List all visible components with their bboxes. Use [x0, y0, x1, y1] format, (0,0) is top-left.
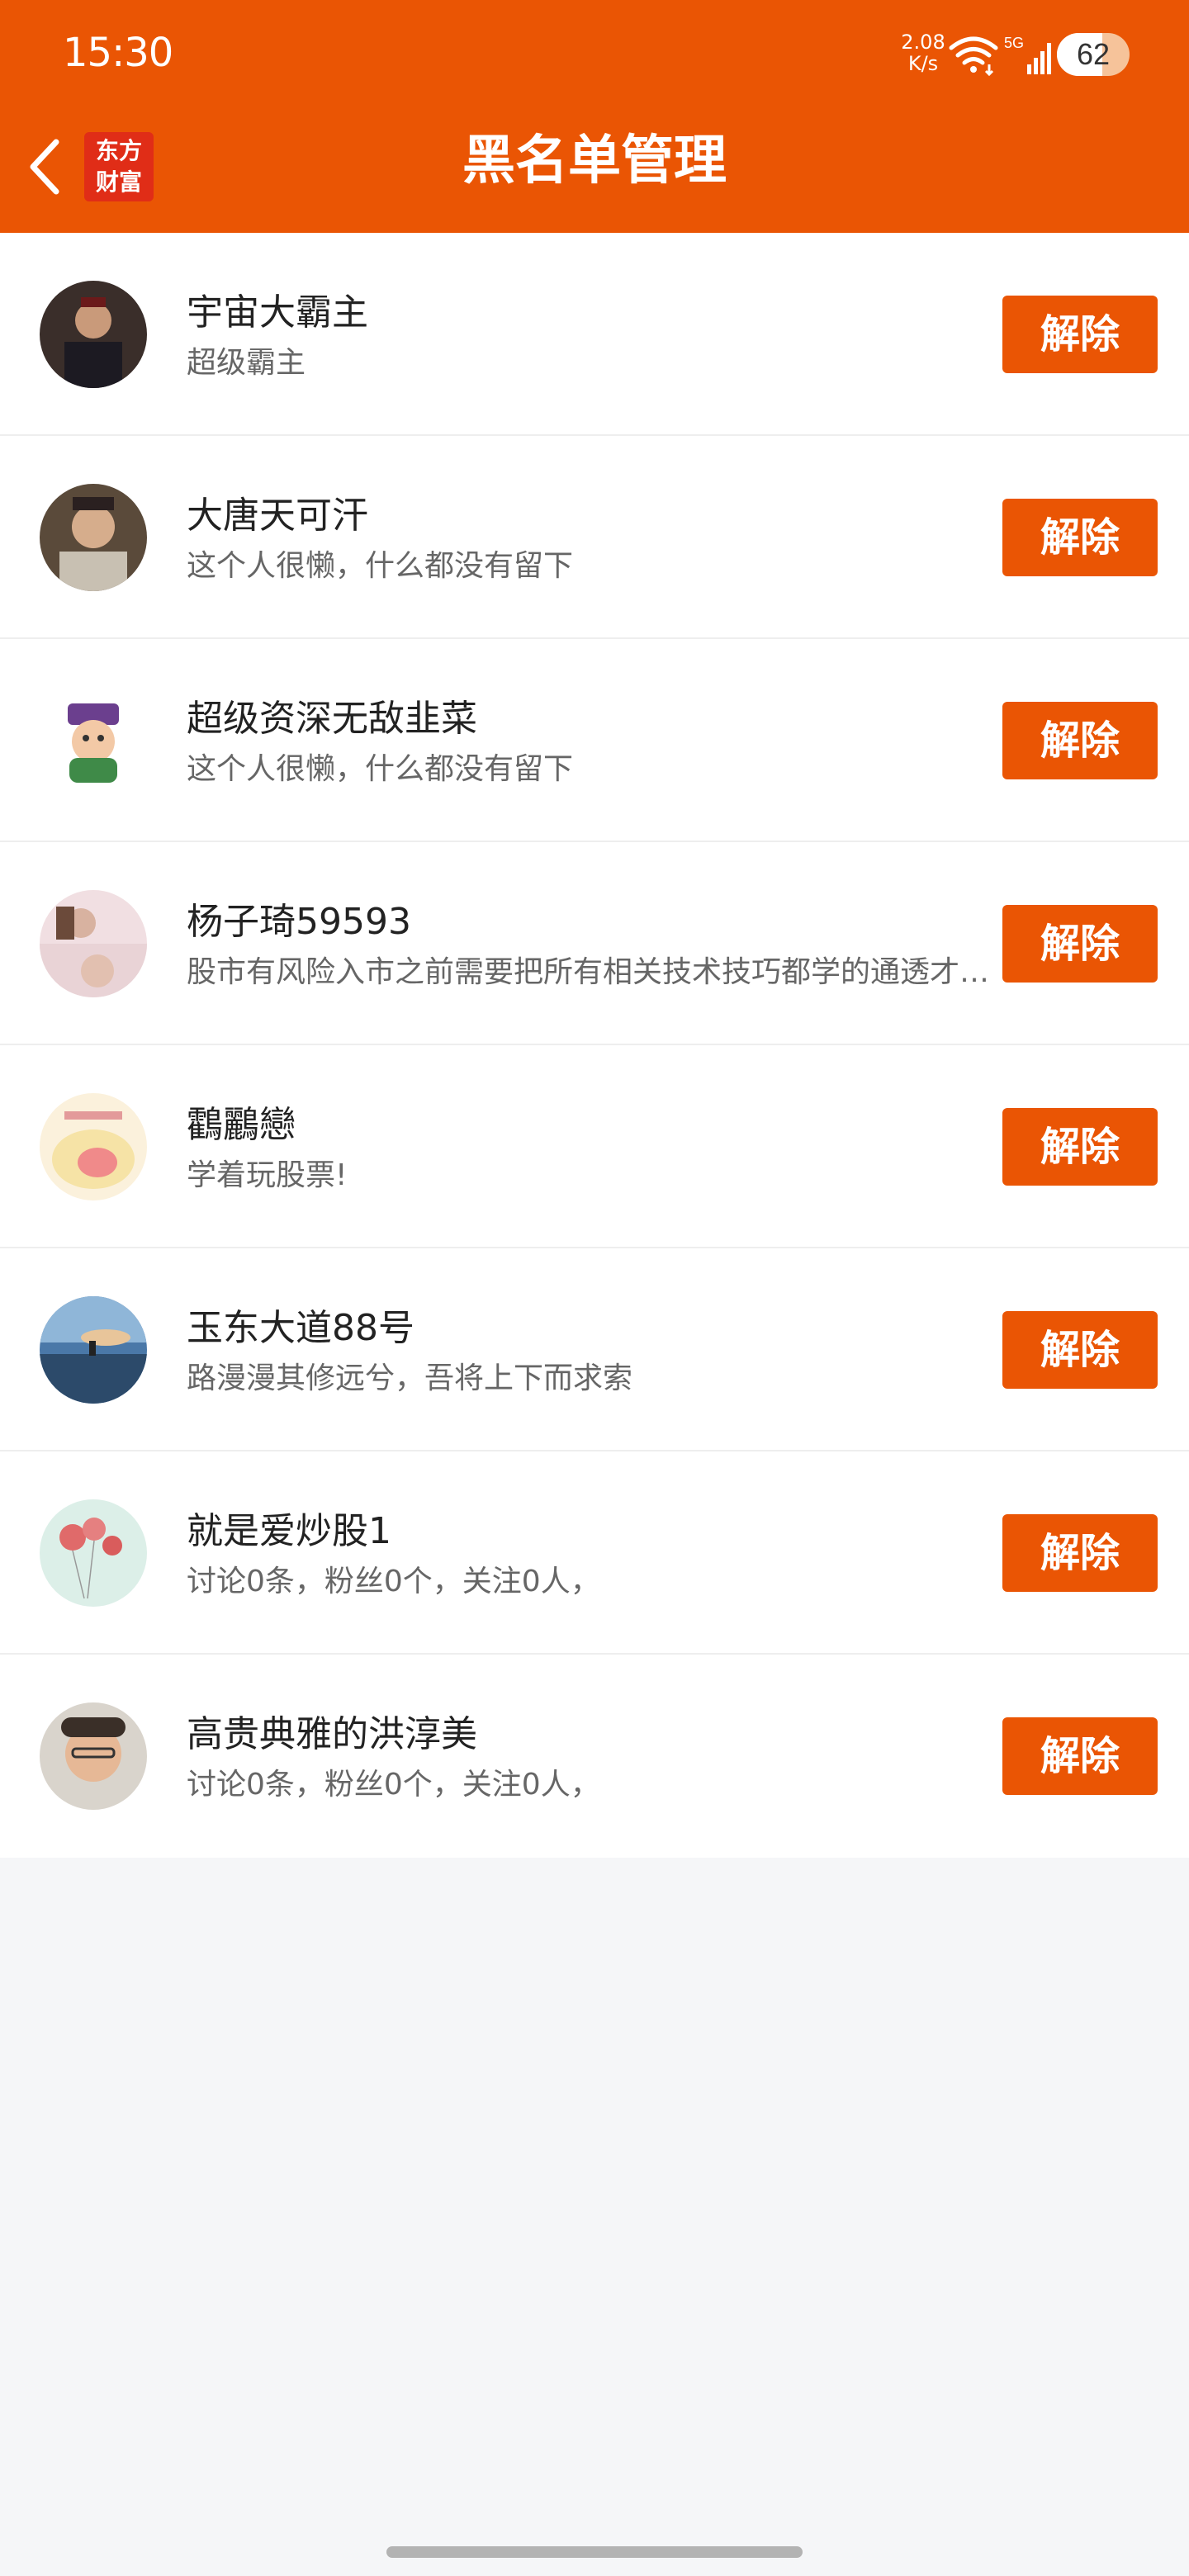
user-description: 讨论0条，粉丝0个，关注0人， — [187, 1768, 600, 1802]
logo-line-2: 财富 — [95, 168, 142, 196]
blocked-user-list: 宇宙大霸主 超级霸主 解除 大唐天可汗 这个人很懒，什么都没有留下 解除 超级资… — [0, 233, 1189, 1858]
signal-5g-icon: 5G — [1004, 35, 1051, 74]
user-description: 这个人很懒，什么都没有留下 — [187, 752, 574, 786]
avatar[interactable] — [40, 1702, 147, 1810]
page-title: 黑名单管理 — [462, 130, 727, 192]
unblock-button[interactable]: 解除 — [1002, 905, 1158, 983]
unblock-button[interactable]: 解除 — [1002, 296, 1158, 373]
navigation-bar: 黑名单管理 东方 财富 — [0, 107, 1189, 233]
blocked-user-row[interactable]: 杨子琦59593 股市有风险入市之前需要把所有相关技术技巧都学的通透才能入市 解… — [0, 842, 1189, 1045]
unblock-button[interactable]: 解除 — [1002, 702, 1158, 779]
avatar[interactable] — [40, 1093, 147, 1200]
network-speed: 2.08 K/s — [893, 31, 953, 74]
avatar[interactable] — [40, 484, 147, 591]
network-speed-value: 2.08 — [901, 31, 945, 54]
unblock-button[interactable]: 解除 — [1002, 1717, 1158, 1795]
blocked-user-row[interactable]: 超级资深无敌韭菜 这个人很懒，什么都没有留下 解除 — [0, 639, 1189, 842]
blocked-user-row[interactable]: 鸖鸝戀 学着玩股票! 解除 — [0, 1045, 1189, 1248]
home-indicator[interactable] — [386, 2546, 803, 2558]
user-description: 讨论0条，粉丝0个，关注0人， — [187, 1565, 600, 1598]
user-name: 超级资深无敌韭菜 — [187, 698, 477, 740]
battery-percent: 62 — [1076, 37, 1111, 71]
unblock-button[interactable]: 解除 — [1002, 1108, 1158, 1186]
top-app-bar: 15:30 2.08 K/s 5G 62 黑名单管理 东方 财富 — [0, 0, 1189, 233]
user-description: 路漫漫其修远兮，吾将上下而求索 — [187, 1361, 633, 1395]
blocked-user-row[interactable]: 玉东大道88号 路漫漫其修远兮，吾将上下而求索 解除 — [0, 1248, 1189, 1451]
status-time: 15:30 — [63, 30, 173, 76]
unblock-button[interactable]: 解除 — [1002, 499, 1158, 576]
avatar[interactable] — [40, 687, 147, 794]
signal-label: 5G — [1004, 35, 1024, 51]
user-name: 高贵典雅的洪淳美 — [187, 1713, 477, 1755]
network-speed-unit: K/s — [907, 52, 939, 75]
user-name: 杨子琦59593 — [187, 901, 411, 943]
user-name: 宇宙大霸主 — [187, 291, 368, 334]
logo-line-1: 东方 — [95, 137, 142, 164]
avatar[interactable] — [40, 890, 147, 997]
blocked-user-row[interactable]: 高贵典雅的洪淳美 讨论0条，粉丝0个，关注0人， 解除 — [0, 1655, 1189, 1858]
wifi-icon — [949, 36, 998, 76]
unblock-button[interactable]: 解除 — [1002, 1514, 1158, 1592]
user-name: 玉东大道88号 — [187, 1307, 414, 1349]
avatar[interactable] — [40, 1296, 147, 1404]
app-logo[interactable]: 东方 财富 — [84, 132, 154, 201]
blocked-user-row[interactable]: 宇宙大霸主 超级霸主 解除 — [0, 233, 1189, 436]
battery-indicator: 62 — [1057, 33, 1130, 76]
user-description: 超级霸主 — [187, 346, 306, 380]
avatar[interactable] — [40, 281, 147, 388]
avatar[interactable] — [40, 1499, 147, 1607]
user-name: 就是爱炒股1 — [187, 1510, 391, 1552]
user-name: 鸖鸝戀 — [187, 1104, 296, 1146]
user-name: 大唐天可汗 — [187, 495, 368, 537]
user-description: 这个人很懒，什么都没有留下 — [187, 549, 574, 583]
blocked-user-row[interactable]: 就是爱炒股1 讨论0条，粉丝0个，关注0人， 解除 — [0, 1451, 1189, 1655]
user-description: 股市有风险入市之前需要把所有相关技术技巧都学的通透才能入市 — [187, 955, 996, 989]
user-description: 学着玩股票! — [187, 1158, 348, 1192]
status-bar: 15:30 2.08 K/s 5G 62 — [0, 0, 1189, 107]
unblock-button[interactable]: 解除 — [1002, 1311, 1158, 1389]
blocked-user-row[interactable]: 大唐天可汗 这个人很懒，什么都没有留下 解除 — [0, 436, 1189, 639]
chevron-left-icon[interactable] — [21, 134, 71, 200]
